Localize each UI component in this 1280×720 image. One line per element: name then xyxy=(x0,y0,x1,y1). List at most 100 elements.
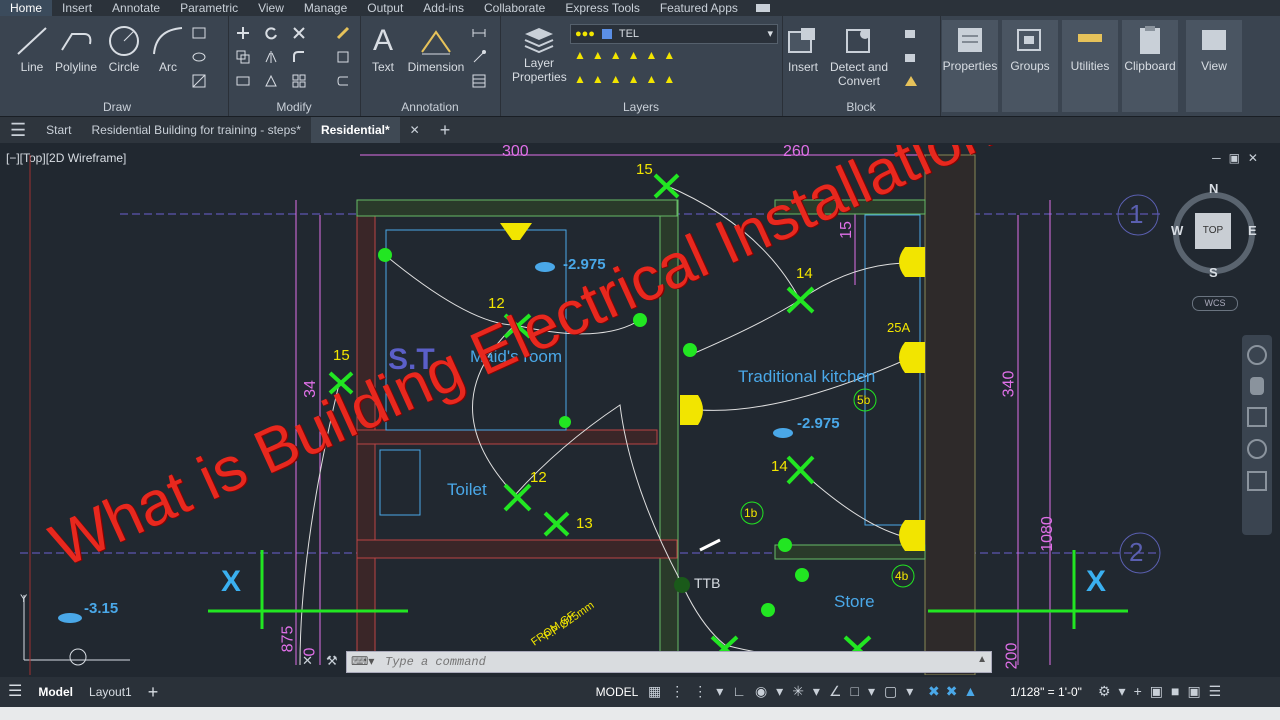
view-panel[interactable]: View xyxy=(1186,20,1242,112)
layer-properties-tool[interactable]: Layer Properties xyxy=(512,24,567,84)
new-tab-button[interactable]: + xyxy=(430,117,461,143)
dimension-tool[interactable]: Dimension xyxy=(406,24,466,74)
layer-tools-row-2[interactable]: ▲▲▲▲▲▲ xyxy=(574,72,681,86)
model-tab[interactable]: Model xyxy=(30,677,81,707)
command-expand-icon[interactable]: ▲ xyxy=(977,654,987,665)
label-15a: 15 xyxy=(636,161,653,178)
clipboard-label: Clipboard xyxy=(1124,59,1176,73)
insert-block-tool[interactable]: Insert xyxy=(784,24,822,74)
circle-tool[interactable]: Circle xyxy=(104,24,144,74)
array-icon[interactable] xyxy=(292,74,306,88)
modify-panel-title[interactable]: Modify xyxy=(228,100,360,114)
orbit-icon[interactable] xyxy=(1247,439,1267,459)
fillet-icon[interactable] xyxy=(292,50,306,64)
tab-insert[interactable]: Insert xyxy=(52,0,102,16)
attribute-icon[interactable] xyxy=(904,74,918,88)
layers-panel-title[interactable]: Layers xyxy=(500,100,782,114)
layout-menu-icon[interactable]: ☰ xyxy=(0,677,30,707)
command-wrench-icon[interactable]: ⚒ xyxy=(326,653,338,669)
tab-manage[interactable]: Manage xyxy=(294,0,357,16)
command-input[interactable] xyxy=(383,653,987,671)
model-space-button[interactable]: MODEL xyxy=(592,682,642,702)
status-right-icons[interactable]: ⚙▾+▣■▣☰ xyxy=(1098,683,1229,700)
status-tools[interactable]: ▦⋮⋮▾∟◉▾✳▾∠□▾▢▾ xyxy=(648,683,922,700)
draw-panel-title[interactable]: Draw xyxy=(6,100,228,114)
text-tool[interactable]: A Text xyxy=(366,24,400,74)
compass-n[interactable]: N xyxy=(1209,181,1218,196)
layer-dropdown[interactable]: ●●● TEL ▾ xyxy=(570,24,778,44)
leader-icon[interactable] xyxy=(472,50,486,64)
annotation-scale[interactable]: 1/128" = 1'-0" xyxy=(1000,682,1092,702)
viewcube[interactable]: N S W E TOP xyxy=(1168,181,1260,280)
utilities-panel[interactable]: Utilities xyxy=(1062,20,1118,112)
create-block-icon[interactable] xyxy=(904,26,918,40)
start-tab[interactable]: Start xyxy=(36,117,81,143)
rectangle-icon[interactable] xyxy=(192,26,206,40)
zoom-extents-icon[interactable] xyxy=(1247,407,1267,427)
offset-icon[interactable] xyxy=(336,74,350,88)
layout1-tab[interactable]: Layout1 xyxy=(81,677,140,707)
viewcube-top-face[interactable]: TOP xyxy=(1195,213,1231,249)
ribbon-options-icon[interactable] xyxy=(755,4,770,12)
annotation-scale-icons[interactable]: ✖✖▲ xyxy=(928,683,983,700)
clipboard-panel[interactable]: Clipboard xyxy=(1122,20,1178,112)
polyline-icon xyxy=(61,33,92,51)
tab-addins[interactable]: Add-ins xyxy=(413,0,474,16)
command-close-icon[interactable]: ✕ xyxy=(302,653,313,669)
file-tab-residential[interactable]: Residential* xyxy=(310,117,400,143)
room-toilet: Toilet xyxy=(447,480,487,499)
light-kitchen-3 xyxy=(899,520,925,551)
drawing-canvas[interactable]: [−][Top][2D Wireframe] ─▣✕ 300 260 34 34… xyxy=(0,145,1280,675)
tab-view[interactable]: View xyxy=(248,0,294,16)
command-line[interactable]: ⌨▾ ▲ xyxy=(346,651,992,673)
label-4b: 4b xyxy=(895,569,909,583)
close-tab-icon[interactable]: ✕ xyxy=(400,117,430,143)
wcs-menu[interactable]: WCS xyxy=(1192,296,1238,311)
move-icon[interactable] xyxy=(236,26,250,40)
command-prompt-icon[interactable]: ⌨▾ xyxy=(351,654,374,668)
arc-tool[interactable]: Arc xyxy=(148,24,188,74)
mirror-icon[interactable] xyxy=(264,50,278,64)
detect-convert-tool[interactable]: Detect and Convert xyxy=(826,24,892,88)
rotate-icon[interactable] xyxy=(264,26,278,40)
annotation-panel-title[interactable]: Annotation xyxy=(360,100,500,114)
polyline-tool[interactable]: Polyline xyxy=(50,24,102,74)
compass-e[interactable]: E xyxy=(1248,223,1257,238)
properties-panel[interactable]: Properties xyxy=(942,20,998,112)
copy-icon[interactable] xyxy=(236,50,250,64)
trim-icon[interactable] xyxy=(292,26,306,40)
file-tab-training[interactable]: Residential Building for training - step… xyxy=(81,117,310,143)
compass-s[interactable]: S xyxy=(1209,265,1218,280)
pan-icon[interactable] xyxy=(1250,377,1264,395)
dimension-icon xyxy=(421,30,451,55)
modify-panel: Modify xyxy=(228,16,361,116)
tab-express-tools[interactable]: Express Tools xyxy=(555,0,649,16)
hatch-icon[interactable] xyxy=(192,74,206,88)
tab-parametric[interactable]: Parametric xyxy=(170,0,248,16)
dim-300: 300 xyxy=(502,145,529,160)
tab-home[interactable]: Home xyxy=(0,0,53,16)
linear-dim-icon[interactable] xyxy=(472,26,486,40)
stretch-icon[interactable] xyxy=(236,74,250,88)
detect-convert-icon xyxy=(846,29,870,53)
ellipse-icon[interactable] xyxy=(192,50,206,64)
groups-panel[interactable]: Groups xyxy=(1002,20,1058,112)
erase-icon[interactable] xyxy=(336,26,350,40)
tab-output[interactable]: Output xyxy=(357,0,413,16)
steering-wheel-icon[interactable] xyxy=(1247,345,1267,365)
table-icon[interactable] xyxy=(472,74,486,88)
app-menu-icon[interactable]: ☰ xyxy=(0,117,36,143)
show-motion-icon[interactable] xyxy=(1247,471,1267,491)
edit-block-icon[interactable] xyxy=(904,50,918,64)
groups-label: Groups xyxy=(1010,59,1050,73)
add-layout-button[interactable]: + xyxy=(140,677,167,707)
compass-w[interactable]: W xyxy=(1171,223,1183,238)
line-tool[interactable]: Line xyxy=(12,24,52,74)
tab-collaborate[interactable]: Collaborate xyxy=(474,0,555,16)
block-panel-title[interactable]: Block xyxy=(782,100,940,114)
tab-featured-apps[interactable]: Featured Apps xyxy=(650,0,748,16)
explode-icon[interactable] xyxy=(336,50,350,64)
layer-tools-row-1[interactable]: ▲▲▲▲▲▲ xyxy=(574,48,681,62)
scale-icon[interactable] xyxy=(264,74,278,88)
tab-annotate[interactable]: Annotate xyxy=(102,0,170,16)
